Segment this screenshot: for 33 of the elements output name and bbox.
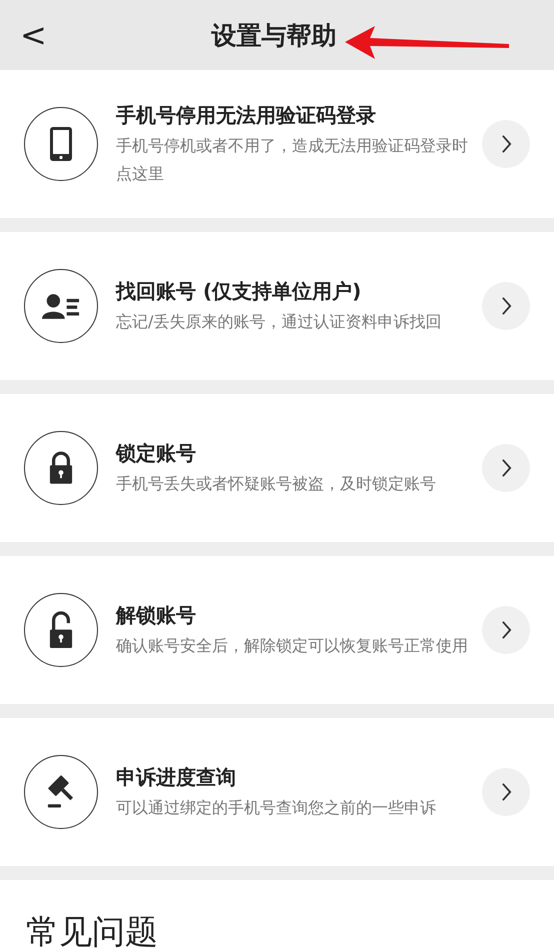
help-card[interactable]: 锁定账号 手机号丢失或者怀疑账号被盗，及时锁定账号 <box>0 394 554 542</box>
chevron-right-icon <box>500 296 512 316</box>
lock-icon <box>49 451 73 485</box>
page-title: 设置与帮助 <box>212 20 336 52</box>
chevron-right-icon <box>500 458 512 478</box>
card-description: 手机号停机或者不用了，造成无法用验证码登录时点这里 <box>116 135 469 185</box>
contact-card-icon <box>42 292 80 320</box>
help-card[interactable]: 申诉进度查询 可以通过绑定的手机号查询您之前的一些申诉 <box>0 718 554 866</box>
help-card[interactable]: 找回账号 (仅支持单位用户) 忘记/丢失原来的账号，通过认证资料申诉找回 <box>0 232 554 380</box>
help-card[interactable]: 手机号停用无法用验证码登录 手机号停机或者不用了，造成无法用验证码登录时点这里 <box>0 70 554 218</box>
card-title: 找回账号 (仅支持单位用户) <box>116 278 362 305</box>
unlocked-padlock-icon <box>49 610 73 650</box>
chevron-button[interactable] <box>482 606 530 654</box>
card-title: 手机号停用无法用验证码登录 <box>116 102 377 129</box>
chevron-button[interactable] <box>482 282 530 330</box>
card-description: 可以通过绑定的手机号查询您之前的一些申诉 <box>116 797 437 819</box>
card-title: 申诉进度查询 <box>116 764 237 791</box>
help-card[interactable]: 解锁账号 确认账号安全后，解除锁定可以恢复账号正常使用 <box>0 556 554 704</box>
section-title: 常见问题 <box>26 911 159 952</box>
gavel-icon <box>46 775 76 809</box>
back-button[interactable]: < <box>16 18 51 52</box>
card-title: 锁定账号 <box>116 440 197 467</box>
chevron-button[interactable] <box>482 120 530 168</box>
phone-icon <box>49 126 73 162</box>
card-description: 确认账号安全后，解除锁定可以恢复账号正常使用 <box>116 635 469 657</box>
chevron-button[interactable] <box>482 444 530 492</box>
chevron-button[interactable] <box>482 768 530 816</box>
chevron-right-icon <box>500 620 512 640</box>
card-title: 解锁账号 <box>116 602 197 629</box>
chevron-right-icon <box>500 134 512 154</box>
card-description: 手机号丢失或者怀疑账号被盗，及时锁定账号 <box>116 473 437 495</box>
chevron-right-icon <box>500 782 512 802</box>
card-description: 忘记/丢失原来的账号，通过认证资料申诉找回 <box>116 311 442 333</box>
